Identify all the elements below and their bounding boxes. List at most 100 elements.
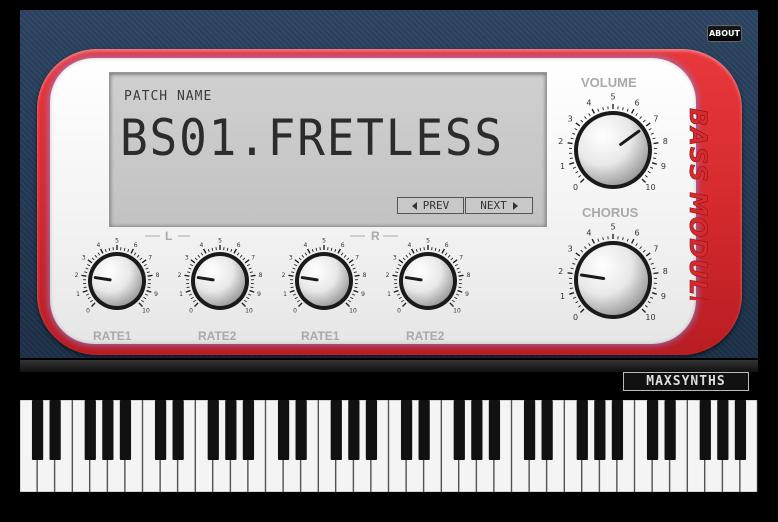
- knob-tick: [567, 142, 573, 145]
- knob-tick: [411, 248, 415, 254]
- black-key[interactable]: [242, 400, 255, 460]
- knob-tick: [452, 259, 458, 264]
- knob-tick: [100, 248, 104, 254]
- knob-scale-number: 2: [386, 272, 390, 279]
- black-key[interactable]: [31, 400, 44, 460]
- knob-tick: [353, 271, 357, 274]
- bass-module-text: BASS MODULE: [684, 108, 712, 300]
- knob-tick: [83, 286, 87, 289]
- knob-tick: [458, 274, 464, 277]
- knob-body[interactable]: [578, 245, 648, 315]
- black-key[interactable]: [295, 400, 307, 460]
- knob-scale-number: 8: [156, 272, 160, 279]
- knob-tick: [298, 257, 302, 261]
- black-key[interactable]: [664, 400, 676, 460]
- black-key[interactable]: [102, 400, 114, 460]
- knob-scale-number: 10: [645, 313, 655, 322]
- chorus-knob[interactable]: 012345678910: [553, 220, 673, 340]
- about-button[interactable]: ABOUT: [707, 25, 742, 42]
- knob-tick: [298, 302, 303, 307]
- knob-tick: [145, 267, 149, 270]
- knob-tick: [415, 248, 418, 253]
- black-key[interactable]: [84, 400, 96, 460]
- black-key[interactable]: [225, 400, 237, 460]
- knob-tick: [574, 258, 578, 261]
- black-key[interactable]: [471, 400, 483, 460]
- knob-tick: [146, 271, 150, 274]
- black-key[interactable]: [576, 400, 588, 460]
- knob-tick: [193, 299, 196, 303]
- black-key[interactable]: [400, 400, 413, 460]
- knob-tick: [346, 257, 350, 261]
- arrow-left-icon: [411, 201, 417, 210]
- black-key[interactable]: [646, 400, 659, 460]
- knob-tick: [104, 248, 107, 253]
- l-rate1-knob[interactable]: 0 1 2 3 4 5 6 7 8 9 10: [69, 233, 165, 329]
- knob-body[interactable]: [92, 256, 142, 306]
- knob-scale-number: 8: [467, 272, 471, 279]
- knob-tick: [246, 263, 250, 267]
- black-key[interactable]: [523, 400, 536, 460]
- knob-tick: [572, 166, 576, 169]
- knob-tick: [144, 293, 149, 296]
- black-key[interactable]: [734, 400, 747, 460]
- black-key[interactable]: [717, 400, 729, 460]
- knob-scale-number: 4: [586, 98, 591, 107]
- l-rate2-knob[interactable]: 0 1 2 3 4 5 6 7 8 9 10: [172, 233, 268, 329]
- black-key[interactable]: [330, 400, 342, 460]
- knob-scale-number: 6: [445, 242, 449, 249]
- maxsynths-logo: MAXSYNTHS: [623, 372, 749, 391]
- black-key[interactable]: [541, 400, 553, 460]
- knob-tick: [401, 299, 404, 303]
- black-key[interactable]: [611, 400, 624, 460]
- black-key[interactable]: [348, 400, 360, 460]
- knob-body[interactable]: [299, 256, 349, 306]
- knob-tick: [337, 248, 341, 254]
- black-key[interactable]: [365, 400, 378, 460]
- volume-knob[interactable]: 012345678910: [553, 90, 673, 210]
- knob-tick: [85, 293, 90, 296]
- black-key[interactable]: [49, 400, 61, 460]
- black-key[interactable]: [277, 400, 290, 460]
- knob-tick: [405, 254, 409, 258]
- knob-tick: [81, 274, 87, 277]
- black-key[interactable]: [488, 400, 501, 460]
- black-key[interactable]: [594, 400, 606, 460]
- black-key[interactable]: [453, 400, 465, 460]
- black-key[interactable]: [207, 400, 219, 460]
- black-key[interactable]: [172, 400, 184, 460]
- knob-tick: [597, 238, 600, 242]
- knob-tick: [569, 287, 573, 290]
- black-key[interactable]: [154, 400, 167, 460]
- knob-tick: [304, 252, 308, 256]
- knob-tick: [450, 257, 454, 261]
- knob-tick: [242, 257, 246, 261]
- knob-body[interactable]: [403, 256, 453, 306]
- knob-tick: [651, 162, 657, 165]
- r-rate1-knob[interactable]: 0 1 2 3 4 5 6 7 8 9 10: [276, 233, 372, 329]
- knob-tick: [136, 254, 140, 258]
- knob-body[interactable]: [578, 115, 648, 185]
- knob-tick: [82, 289, 88, 293]
- r-rate2-knob[interactable]: 0 1 2 3 4 5 6 7 8 9 10: [380, 233, 476, 329]
- knob-tick: [449, 302, 454, 307]
- knob-tick: [345, 302, 350, 307]
- black-key[interactable]: [119, 400, 132, 460]
- prev-button[interactable]: PREV: [397, 197, 464, 214]
- next-label: NEXT: [480, 199, 507, 212]
- piano-keyboard[interactable]: [20, 400, 758, 492]
- knob-tick: [294, 296, 298, 300]
- knob-tick: [294, 259, 300, 264]
- knob-tick: [250, 286, 254, 289]
- knob-body[interactable]: [195, 256, 245, 306]
- knob-scale-number: 2: [75, 272, 79, 279]
- black-key[interactable]: [699, 400, 711, 460]
- black-key[interactable]: [418, 400, 430, 460]
- knob-tick: [647, 301, 651, 304]
- next-button[interactable]: NEXT: [465, 197, 533, 214]
- knob-tick: [597, 108, 600, 112]
- knob-scale-number: 4: [586, 228, 591, 237]
- knob-scale-number: 10: [349, 307, 357, 314]
- knob-tick: [250, 274, 256, 277]
- knob-tick: [602, 107, 604, 111]
